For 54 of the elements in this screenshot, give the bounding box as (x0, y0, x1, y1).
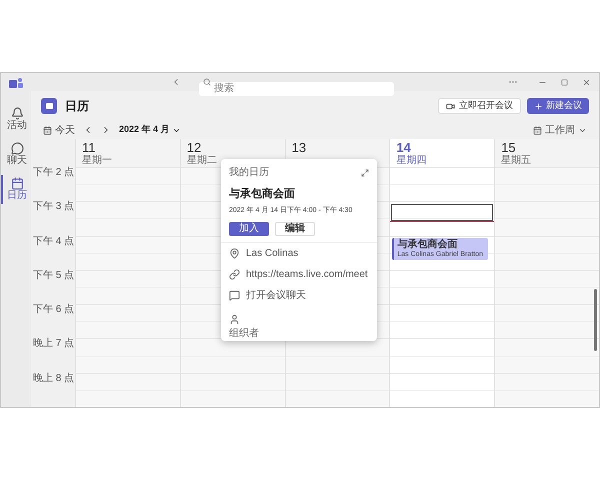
meeting-link[interactable]: https://teams.live.com/meet (246, 267, 368, 282)
location-pin-icon (229, 248, 240, 259)
event-title: 与承包商会面 (229, 186, 296, 202)
time-label: 晚上 8 点 (32, 372, 75, 384)
event-title: 与承包商会面 (397, 239, 458, 250)
time-label: 下午 5 点 (32, 270, 75, 281)
app-logo-icon (9, 77, 23, 89)
bell-icon (10, 107, 24, 120)
time-label: 下午 6 点 (32, 304, 75, 316)
link-icon (229, 269, 240, 280)
weekday-label: 星期五 (501, 155, 532, 166)
plus-icon (534, 102, 543, 110)
organizer-label: 组织者 (229, 326, 260, 341)
calendar-app-icon (41, 98, 57, 114)
calendar-icon (533, 126, 542, 134)
chat-icon (229, 290, 240, 301)
time-label: 下午 2 点 (32, 167, 75, 178)
expand-icon[interactable] (361, 168, 369, 176)
day-number: 13 (292, 140, 308, 155)
open-chat-link[interactable]: 打开会议聊天 (246, 288, 306, 303)
scrollbar-thumb[interactable] (594, 289, 597, 351)
weekday-label: 星期四 (396, 155, 428, 166)
location-text: Las Colinas (246, 247, 298, 261)
today-button[interactable]: 今天 (43, 122, 75, 138)
search-field[interactable]: 搜索 (199, 82, 394, 96)
calendar-icon (10, 177, 24, 190)
calendar-name: 我的日历 (229, 166, 269, 180)
month-picker[interactable]: 2022 年 4 月 (119, 123, 181, 137)
weekday-label: 星期一 (82, 155, 113, 166)
time-label: 下午 4 点 (32, 236, 75, 247)
close-icon[interactable] (582, 78, 591, 86)
chat-icon (10, 142, 24, 155)
new-meeting-button[interactable]: 新建会议 (527, 98, 589, 114)
maximize-icon[interactable] (561, 78, 568, 86)
edit-button[interactable]: 编辑 (275, 222, 315, 236)
page-title: 日历 (65, 98, 89, 115)
time-label: 下午 3 点 (32, 201, 75, 212)
meet-now-button[interactable]: 立即召开会议 (438, 98, 521, 114)
weekday-label: 星期二 (186, 155, 218, 166)
video-icon (446, 102, 455, 110)
search-icon (203, 78, 211, 86)
rail-item[interactable]: 活动 (1, 105, 31, 134)
rail-item[interactable]: 日历 (1, 175, 31, 204)
time-label: 晚上 7 点 (32, 338, 75, 350)
person-icon (229, 314, 240, 325)
day-number: 12 (186, 140, 202, 155)
day-number: 11 (82, 140, 96, 155)
rail-item[interactable]: 聊天 (1, 140, 31, 169)
calendar-icon (43, 126, 52, 134)
join-button[interactable]: 加入 (229, 222, 269, 236)
selected-time-slot[interactable] (391, 204, 494, 221)
day-number: 14 (396, 140, 411, 155)
view-picker[interactable]: 工作周 (533, 122, 587, 138)
day-number: 15 (501, 140, 516, 155)
